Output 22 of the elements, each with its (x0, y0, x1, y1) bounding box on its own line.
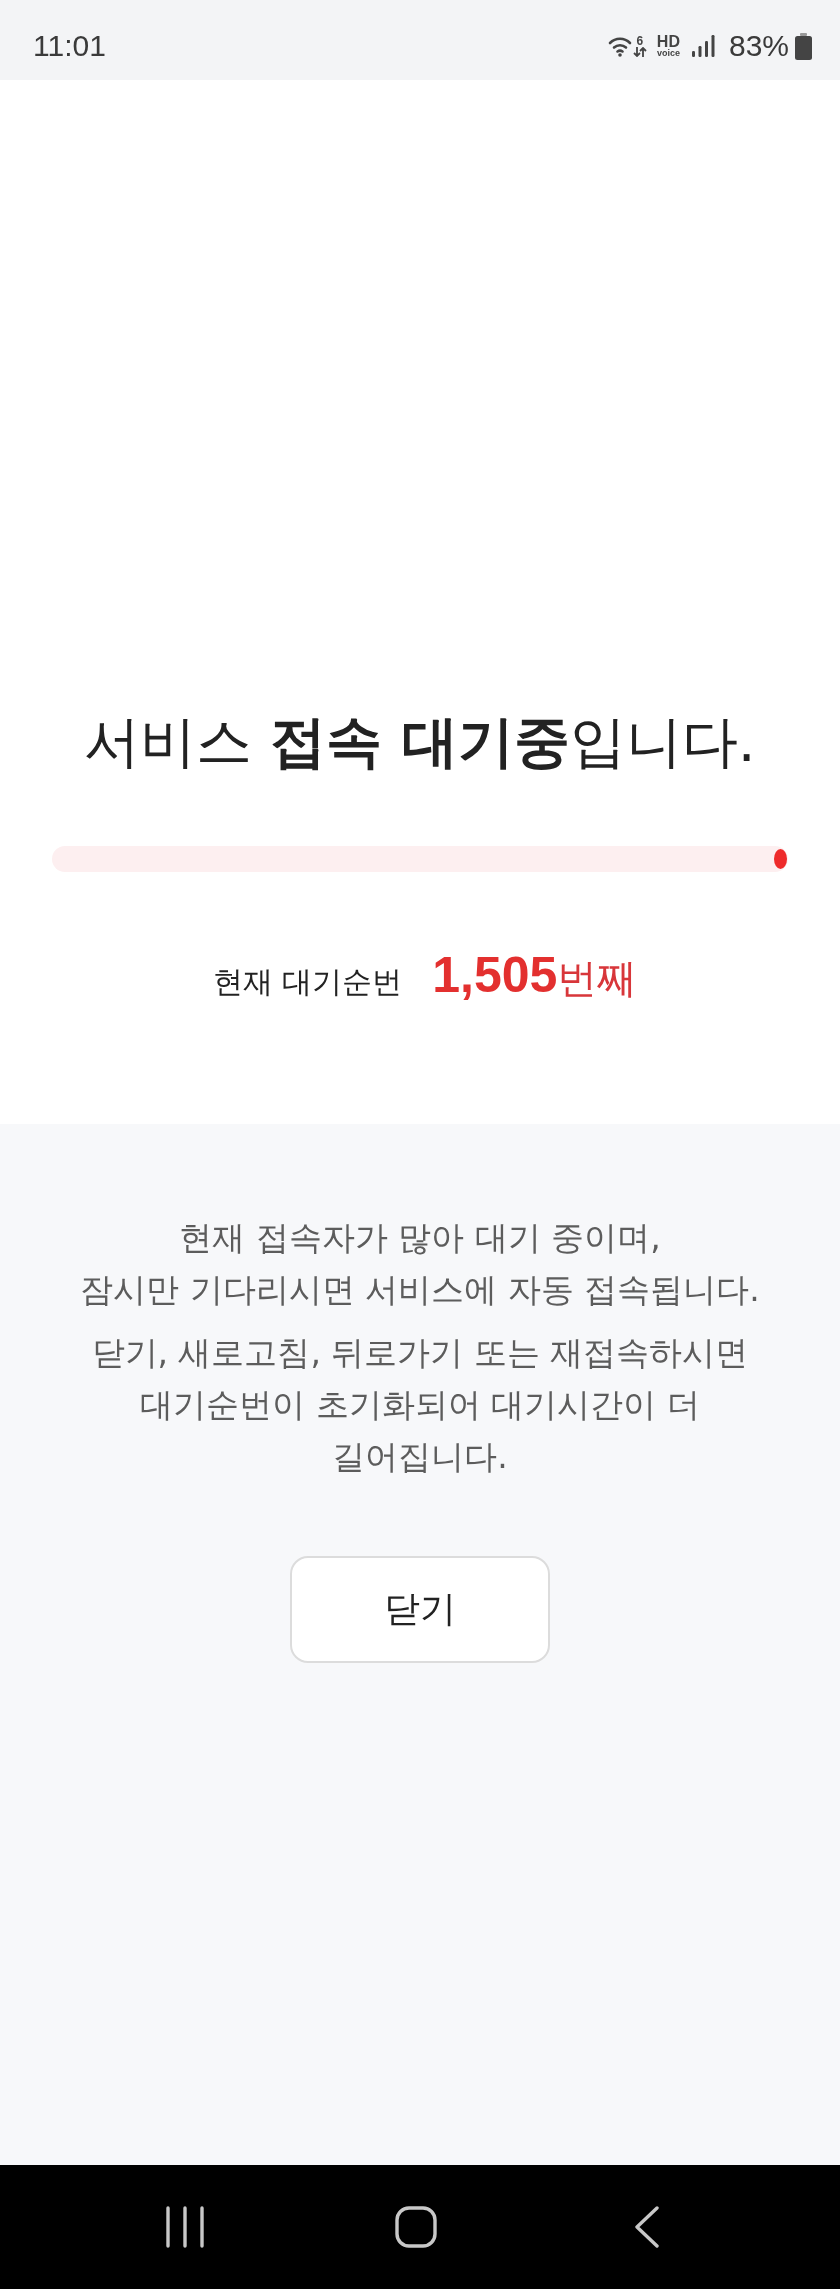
queue-label: 현재 대기순번 (212, 963, 403, 1001)
notice-paragraph: 닫기, 새로고침, 뒤로가기 또는 재접속하시면 대기순번이 초기화되어 대기시간이 더 길어집니다. (91, 1332, 749, 1478)
voice-label: voice (656, 49, 680, 58)
recent-apps-button[interactable] (166, 2206, 204, 2248)
back-icon (635, 2206, 659, 2248)
battery-percent: 83% (728, 29, 789, 63)
home-button[interactable] (395, 2206, 437, 2248)
status-time: 11:01 (33, 29, 106, 63)
close-button[interactable]: 닫기 (290, 1556, 550, 1663)
queue-number: 1,505 (432, 946, 558, 1004)
waiting-title: 서비스 접속 대기중입니다. (84, 708, 756, 776)
data-arrows-icon (632, 47, 647, 57)
home-icon (395, 2206, 437, 2248)
battery-icon (795, 32, 812, 60)
wifi-icon (607, 35, 632, 57)
hd-label: HD (656, 34, 680, 49)
recent-apps-icon (166, 2206, 204, 2248)
notice-paragraph: 현재 접속자가 많아 대기 중이며, 잠시만 기다리시면 서비스에 자동 접속됩니다. (80, 1217, 760, 1311)
signal-icon (691, 35, 715, 57)
wifi-generation-label: 6 (636, 35, 644, 47)
back-button[interactable] (635, 2206, 659, 2248)
queue-suffix: 번째 (557, 954, 638, 1003)
